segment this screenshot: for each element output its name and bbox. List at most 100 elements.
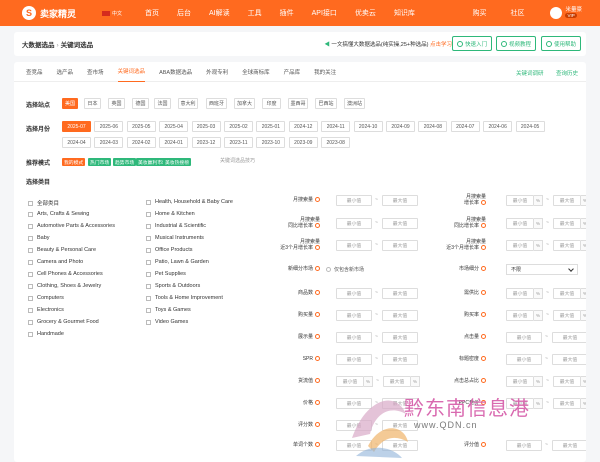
site-option[interactable]: 西班牙 bbox=[206, 98, 227, 109]
min-input[interactable]: 最小值 bbox=[336, 332, 372, 343]
tab-0[interactable]: 查竞品 bbox=[26, 62, 43, 82]
checkbox[interactable] bbox=[28, 319, 33, 325]
help-icon[interactable] bbox=[315, 245, 320, 251]
max-input[interactable]: 最大值 bbox=[382, 354, 418, 365]
nav-plugin[interactable]: 插件 bbox=[280, 8, 294, 18]
help-icon[interactable] bbox=[315, 312, 320, 318]
help-icon[interactable] bbox=[315, 334, 320, 340]
month-option[interactable]: 2024-05 bbox=[515, 121, 545, 132]
month-option[interactable]: 2024-01 bbox=[159, 137, 189, 148]
category-item[interactable]: Beauty & Personal Care bbox=[28, 247, 96, 253]
category-item[interactable]: Computers bbox=[28, 295, 64, 301]
keyword-research-link[interactable]: 关键词调研 bbox=[516, 69, 544, 77]
nav-tools[interactable]: 工具 bbox=[248, 8, 262, 18]
month-option[interactable]: 2024-04 bbox=[62, 137, 91, 148]
checkbox[interactable] bbox=[146, 259, 151, 265]
category-item[interactable]: Sports & Outdoors bbox=[146, 283, 200, 289]
category-item[interactable]: Health, Household & Baby Care bbox=[146, 199, 233, 205]
max-input[interactable]: 最大值 bbox=[553, 218, 581, 229]
category-item[interactable]: Home & Kitchen bbox=[146, 211, 195, 217]
help-icon[interactable] bbox=[315, 378, 320, 384]
nav-knowledge[interactable]: 知识库 bbox=[394, 8, 415, 18]
tab-6[interactable]: 全球商标库 bbox=[242, 62, 270, 82]
mode-option[interactable]: 热门市场 bbox=[88, 158, 112, 166]
max-input[interactable]: 最大值 bbox=[382, 310, 418, 321]
checkbox[interactable] bbox=[28, 331, 33, 337]
tab-3[interactable]: 关键词选品 bbox=[117, 62, 146, 82]
help-icon[interactable] bbox=[315, 266, 320, 272]
help-icon[interactable] bbox=[315, 197, 320, 203]
checkbox[interactable] bbox=[146, 235, 151, 241]
min-input[interactable]: 最小值 bbox=[506, 195, 534, 206]
checkbox[interactable] bbox=[146, 295, 151, 301]
help-icon[interactable] bbox=[481, 356, 486, 362]
site-option[interactable]: 澳洲站 bbox=[344, 98, 365, 109]
max-input[interactable]: 最大值 bbox=[382, 288, 418, 299]
min-input[interactable]: 最小值 bbox=[336, 310, 372, 321]
month-option[interactable]: 2023-10 bbox=[256, 137, 286, 148]
category-item[interactable]: Patio, Lawn & Garden bbox=[146, 259, 209, 265]
month-option[interactable]: 2025-02 bbox=[224, 121, 253, 132]
tab-5[interactable]: 外观专利 bbox=[206, 62, 228, 82]
category-item[interactable]: 全部类目 bbox=[28, 199, 59, 207]
breadcrumb-root[interactable]: 大数据选品 bbox=[22, 42, 55, 49]
checkbox[interactable] bbox=[28, 307, 33, 313]
nav-home[interactable]: 首页 bbox=[145, 8, 159, 18]
max-input[interactable]: 最大值 bbox=[553, 240, 581, 251]
month-option[interactable]: 2025-01 bbox=[256, 121, 286, 132]
category-item[interactable]: Electronics bbox=[28, 307, 64, 313]
min-input[interactable]: 最小值 bbox=[506, 310, 534, 321]
nav-community[interactable]: 社区 bbox=[510, 8, 524, 18]
month-option[interactable]: 2025-07 bbox=[62, 121, 91, 132]
only-new-checkbox[interactable]: 仅包含新市场 bbox=[326, 266, 364, 273]
mode-option[interactable]: 我的模式 bbox=[62, 158, 86, 166]
tab-2[interactable]: 查市场 bbox=[87, 62, 104, 82]
site-option[interactable]: 加拿大 bbox=[234, 98, 255, 109]
category-item[interactable]: Arts, Crafts & Sewing bbox=[28, 211, 89, 217]
site-option[interactable]: 印度 bbox=[262, 98, 281, 109]
month-option[interactable]: 2024-06 bbox=[483, 121, 513, 132]
max-input[interactable]: 最大值 bbox=[553, 310, 581, 321]
category-item[interactable]: Musical Instruments bbox=[146, 235, 204, 241]
help-button[interactable]: 使用帮助 bbox=[541, 36, 582, 51]
help-icon[interactable] bbox=[481, 223, 486, 229]
category-item[interactable]: Cell Phones & Accessories bbox=[28, 271, 103, 277]
checkbox[interactable] bbox=[146, 223, 151, 229]
checkbox[interactable] bbox=[146, 283, 151, 289]
category-item[interactable]: Baby bbox=[28, 235, 50, 241]
category-item[interactable]: Clothing, Shoes & Jewelry bbox=[28, 283, 101, 289]
nav-api[interactable]: API接口 bbox=[312, 8, 337, 18]
month-option[interactable]: 2025-04 bbox=[159, 121, 189, 132]
month-option[interactable]: 2025-06 bbox=[94, 121, 124, 132]
site-option[interactable]: 法国 bbox=[154, 98, 171, 109]
user-menu[interactable]: 米量豪 VIP bbox=[565, 7, 582, 19]
min-input[interactable]: 最小值 bbox=[336, 218, 372, 229]
site-option[interactable]: 英国 bbox=[108, 98, 125, 109]
avatar[interactable] bbox=[550, 7, 563, 19]
mode-tips-link[interactable]: 关键词选品技巧 bbox=[220, 157, 255, 164]
min-input[interactable]: 最小值 bbox=[506, 332, 542, 343]
tab-7[interactable]: 产品库 bbox=[284, 62, 301, 82]
category-item[interactable]: Industrial & Scientific bbox=[146, 223, 206, 229]
help-icon[interactable] bbox=[315, 422, 320, 428]
month-option[interactable]: 2024-09 bbox=[386, 121, 415, 132]
month-option[interactable]: 2023-09 bbox=[288, 137, 318, 148]
month-option[interactable]: 2025-03 bbox=[191, 121, 221, 132]
month-option[interactable]: 2024-07 bbox=[450, 121, 480, 132]
month-option[interactable]: 2023-11 bbox=[224, 137, 253, 148]
category-item[interactable]: Video Games bbox=[146, 319, 188, 325]
help-icon[interactable] bbox=[315, 400, 320, 406]
site-option[interactable]: 意大利 bbox=[178, 98, 198, 109]
tab-4[interactable]: ABA数据选品 bbox=[159, 62, 192, 82]
category-item[interactable]: Tools & Home Improvement bbox=[146, 295, 223, 301]
site-option[interactable]: 日本 bbox=[84, 98, 101, 109]
category-item[interactable]: Toys & Games bbox=[146, 307, 191, 313]
category-item[interactable]: Camera and Photo bbox=[28, 259, 83, 265]
language-switch[interactable]: 中文 bbox=[102, 10, 122, 17]
month-option[interactable]: 2024-12 bbox=[288, 121, 318, 132]
min-input[interactable]: 最小值 bbox=[336, 195, 372, 206]
checkbox[interactable] bbox=[28, 211, 33, 217]
min-input[interactable]: 最小值 bbox=[336, 288, 372, 299]
help-icon[interactable] bbox=[481, 266, 486, 272]
month-option[interactable]: 2024-02 bbox=[126, 137, 156, 148]
